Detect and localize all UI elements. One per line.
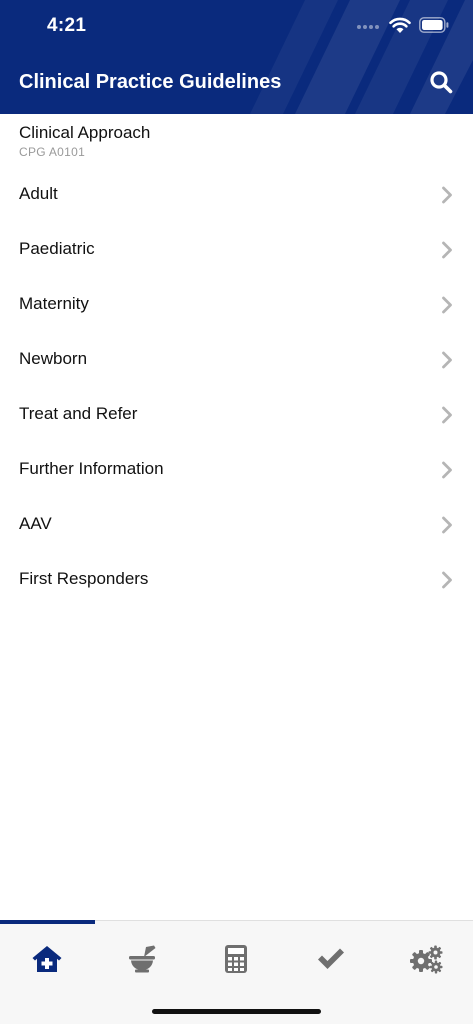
chevron-right-icon <box>442 516 452 534</box>
guideline-list: Clinical Approach CPG A0101 Adult Paedia… <box>0 114 473 608</box>
home-indicator[interactable] <box>152 1009 321 1014</box>
list-item-further-information[interactable]: Further Information <box>0 443 473 498</box>
tab-bar <box>0 920 473 1024</box>
list-item-paediatric[interactable]: Paediatric <box>0 223 473 278</box>
calculator-icon <box>225 945 248 973</box>
chevron-right-icon <box>442 241 452 259</box>
list-item-adult[interactable]: Adult <box>0 168 473 223</box>
list-item-maternity[interactable]: Maternity <box>0 278 473 333</box>
app-screen: 4:21 Clinical Practice Guidelines Clinic… <box>0 0 473 1024</box>
tab-checklist[interactable] <box>284 939 379 979</box>
list-item-aav[interactable]: AAV <box>0 498 473 553</box>
chevron-right-icon <box>442 351 452 369</box>
search-icon <box>430 71 453 94</box>
status-indicators <box>357 14 449 36</box>
list-item-label: Further Information <box>19 459 164 478</box>
tab-home[interactable] <box>0 939 95 979</box>
tab-medications[interactable] <box>95 939 190 979</box>
mortar-pestle-icon <box>128 945 156 973</box>
home-plus-icon <box>32 946 62 972</box>
list-item-clinical-approach[interactable]: Clinical Approach CPG A0101 <box>0 114 473 168</box>
list-item-first-responders[interactable]: First Responders <box>0 553 473 608</box>
list-item-treat-and-refer[interactable]: Treat and Refer <box>0 388 473 443</box>
tab-settings[interactable] <box>378 939 473 979</box>
search-button[interactable] <box>427 68 455 96</box>
chevron-right-icon <box>442 406 452 424</box>
chevron-right-icon <box>442 571 452 589</box>
tab-list <box>0 939 473 979</box>
list-item-label: First Responders <box>19 569 149 588</box>
list-item-newborn[interactable]: Newborn <box>0 333 473 388</box>
header-bar: 4:21 Clinical Practice Guidelines <box>0 0 473 114</box>
status-time: 4:21 <box>47 15 87 36</box>
chevron-right-icon <box>442 296 452 314</box>
list-item-label: Maternity <box>19 294 89 313</box>
list-item-title: Clinical Approach <box>19 123 151 142</box>
list-item-label: AAV <box>19 514 52 533</box>
gears-icon <box>409 945 443 974</box>
active-tab-indicator <box>0 920 95 924</box>
list-item-label: Newborn <box>19 349 88 368</box>
battery-icon <box>419 17 449 33</box>
checkmark-icon <box>318 948 345 969</box>
wifi-icon <box>389 17 411 33</box>
tab-calculator[interactable] <box>189 939 284 979</box>
list-item-label: Paediatric <box>19 239 95 258</box>
chevron-right-icon <box>442 461 452 479</box>
cellular-signal-icon <box>357 25 379 29</box>
list-item-label: Adult <box>19 184 58 203</box>
page-title: Clinical Practice Guidelines <box>19 71 282 93</box>
list-item-subtitle: CPG A0101 <box>19 145 86 159</box>
chevron-right-icon <box>442 186 452 204</box>
list-item-label: Treat and Refer <box>19 404 138 423</box>
